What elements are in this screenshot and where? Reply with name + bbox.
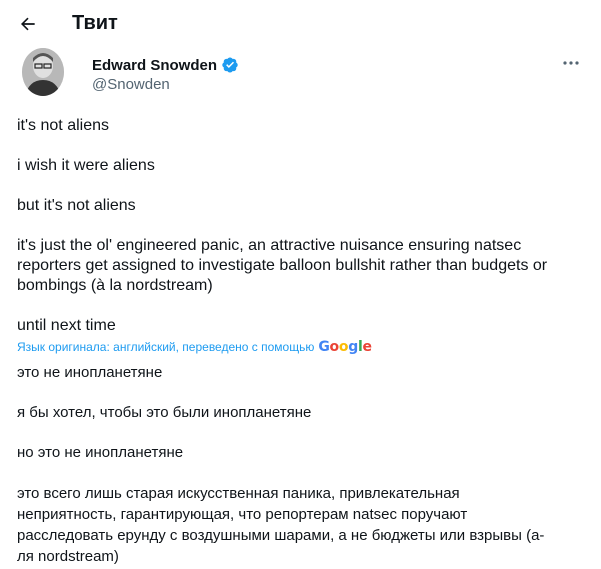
more-horizontal-icon: [563, 61, 579, 65]
avatar-image: [22, 48, 64, 96]
translated-line: но это не инопланетяне: [17, 444, 184, 461]
tweet-author: Edward Snowden @Snowden: [16, 48, 586, 104]
verified-badge-icon: [222, 57, 238, 73]
more-button[interactable]: [556, 52, 586, 74]
translated-line: я бы хотел, чтобы это были инопланетяне: [17, 404, 312, 421]
tweet-line: it's just the ol' engineered panic, an a…: [17, 237, 548, 294]
page-title: Твит: [72, 12, 118, 34]
back-button[interactable]: [14, 10, 42, 38]
google-logo: Google: [318, 339, 372, 355]
author-name[interactable]: Edward Snowden: [92, 57, 217, 74]
author-handle[interactable]: @Snowden: [92, 76, 170, 93]
tweet-line: i wish it were aliens: [17, 157, 155, 174]
translation-note-text: Язык оригинала: английский, переведено с…: [17, 340, 315, 354]
avatar[interactable]: [22, 48, 64, 96]
arrow-left-icon: [21, 17, 35, 31]
tweet-line: but it's not aliens: [17, 197, 136, 214]
translation-note[interactable]: Язык оригинала: английский, переведено с…: [17, 339, 372, 355]
top-bar: Твит: [0, 0, 601, 46]
translated-line: это не инопланетяне: [17, 364, 163, 381]
tweet-line: it's not aliens: [17, 117, 109, 134]
author-name-row: Edward Snowden: [92, 56, 239, 74]
translated-line: это всего лишь старая искусственная пани…: [17, 485, 545, 565]
tweet-line: until next time: [17, 317, 116, 334]
